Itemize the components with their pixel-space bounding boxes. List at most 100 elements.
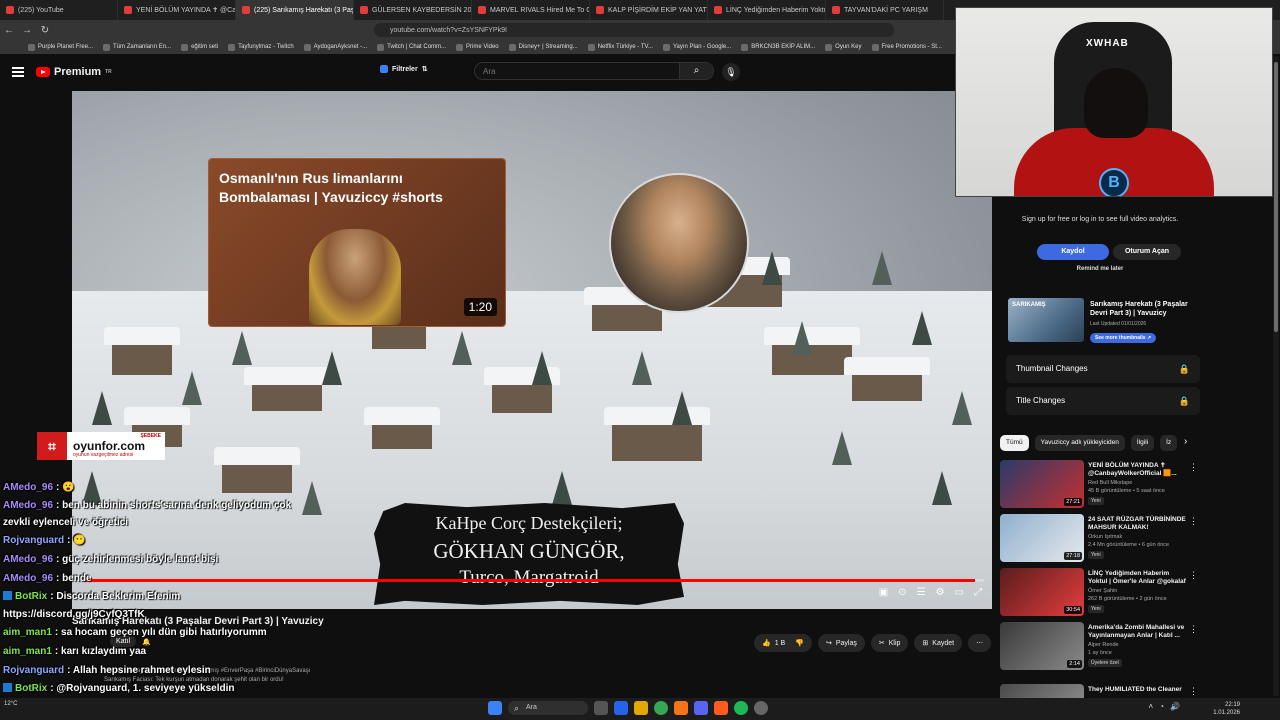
browser-tab[interactable]: GÜLERSEN KAYBEDERSİN 2026 YILB [354,0,472,20]
browser-tab[interactable]: KALP PİŞİRDİM EKİP YAN YATTI - Me [590,0,708,20]
share-button[interactable]: ↪ Paylaş [817,634,865,652]
task-view-icon[interactable] [594,701,608,715]
subtitles-icon[interactable]: ☰ [917,587,926,598]
bookmark-item[interactable]: AydoganAyksnet -... [300,43,371,51]
more-options-icon[interactable]: ⋮ [1189,624,1198,635]
bookmark-item[interactable]: Prime Video [452,43,503,51]
back-icon[interactable]: ← [0,25,18,36]
recommended-video[interactable]: 27:21 YENİ BÖLÜM YAYINDA ✝ @CanbayWolkerO… [1000,460,1200,510]
edge-icon[interactable] [614,701,628,715]
more-options-icon[interactable]: ⋮ [1189,516,1198,527]
taskbar-search[interactable]: Ara [508,701,588,715]
share-label: Paylaş [835,639,857,647]
bookmark-item[interactable]: Yayın Plan - Google... [659,43,735,51]
weather-temp: 12°C [4,701,18,707]
volume-icon[interactable]: 🔊 [1170,702,1180,711]
streamer-webcam: XWHAB B [955,7,1273,197]
thumbs-down-icon[interactable]: 👎 [795,639,804,647]
scrollbar-thumb[interactable] [1274,62,1278,332]
settings-icon[interactable]: ⚙ [936,587,945,598]
save-button[interactable]: ⊞ Kaydet [914,634,963,652]
browser-tab[interactable]: (225) Sarıkamış Harekatı (3 Paşal [236,0,354,20]
clock[interactable]: 22:19 1.01.2026 [1213,701,1240,717]
bookmark-favicon-icon [303,43,311,51]
signup-button[interactable]: Kaydol [1037,244,1109,260]
browser-tab[interactable]: TAYVAN'DAKİ PC YARIŞM [826,0,944,20]
filter-chip[interactable]: Tümü [1000,435,1029,451]
discord-icon[interactable] [694,701,708,715]
browser-tab[interactable]: YENİ BÖLÜM YAYINDA ✝ @Canbay [118,0,236,20]
more-options-icon[interactable]: ⋮ [1189,462,1198,473]
see-thumbnails-button[interactable]: See more thumbnails ↗ [1090,333,1157,343]
pine-tree [532,351,552,385]
bookmark-label: Disney+ | Streaming... [518,44,578,50]
video-player[interactable]: Osmanlı'nın Rus limanlarını Bombalaması … [72,91,992,609]
bookmark-item[interactable]: Tayfunylmaz - Twitch [224,43,298,51]
recommended-video[interactable]: 30:54 LİNÇ Yediğimden Haberim Yoktul | Öm… [1000,568,1200,618]
fullscreen-icon[interactable]: ⤢ [974,587,982,598]
more-options-icon[interactable]: ⋮ [1189,686,1198,697]
settings-app-icon[interactable] [754,701,768,715]
login-button[interactable]: Oturum Açan [1113,244,1181,260]
bookmark-item[interactable]: Oyun Key [821,43,865,51]
bell-icon[interactable]: 🔔 [142,638,151,646]
chat-message: AMedo_96: 😮 [3,482,75,493]
weather-widget[interactable]: 12°C [4,700,17,708]
bookmark-item[interactable]: eğitim seti [177,43,222,51]
video-meta: 1 ay önce [1088,650,1112,656]
bookmark-item[interactable]: BRKCN3B EKİP ALIM... [737,43,819,51]
bookmark-item[interactable]: Disney+ | Streaming... [505,43,582,51]
mic-icon[interactable]: 🎙 [722,63,740,81]
thumbnail-history-card[interactable]: SARIKAMIŞ Sarıkamış Harekatı (3 Paşalar … [1006,296,1200,348]
chevron-up-icon[interactable]: ˄ [1149,702,1154,711]
youtube-logo[interactable]: Premium TR [36,66,112,78]
spotify-icon[interactable] [734,701,748,715]
search-icon[interactable]: ⌕ [679,63,713,79]
shorts-card[interactable]: Osmanlı'nın Rus limanlarını Bombalaması … [209,159,505,326]
page-scrollbar[interactable] [1273,56,1279,696]
browser-tab[interactable]: (225) YouTube [0,0,118,20]
filter-chip[interactable]: İlgili [1130,435,1155,451]
chrome-icon[interactable] [654,701,668,715]
menu-icon[interactable] [12,67,24,77]
search-input[interactable] [475,66,675,76]
miniplayer-icon[interactable]: ▭ [955,587,964,598]
filter-chip[interactable]: İz [1160,435,1178,451]
autoplay-toggle-icon[interactable]: ⊙ [898,587,906,598]
chat-message: AMedo_96: bende [3,573,92,584]
bookmark-item[interactable]: Twitch | Chat Comm... [373,43,450,51]
bookmark-item[interactable]: Free Promotions - St... [868,43,946,51]
chat-text: Discorda Beklerim Efenim [56,591,181,602]
more-options-icon[interactable]: ⋮ [1189,570,1198,581]
chevron-right-icon[interactable]: › [1184,436,1187,447]
obs-icon[interactable] [714,701,728,715]
url-field[interactable]: youtube.com/watch?v=ZsYSNFYPk9I [374,23,894,37]
progress-bar[interactable] [84,579,984,582]
title-changes-row[interactable]: Title Changes 🔒 [1006,387,1200,415]
windows-start-icon[interactable] [488,701,502,715]
bookmark-item[interactable]: Purple Planet Free... [24,43,97,51]
bookmark-item[interactable]: Tüm Zamanların En... [99,43,175,51]
browser-tab[interactable]: MARVEL RIVALS Hired Me To Creat [472,0,590,20]
chat-text: güç zehirlenmesi böyle lanet bişi [62,554,219,565]
recommended-video[interactable]: 2:14 Amerika'da Zombi Mahallesi ve Yayınl… [1000,622,1200,672]
thumbnail-changes-row[interactable]: Thumbnail Changes 🔒 [1006,355,1200,383]
file-explorer-icon[interactable] [634,701,648,715]
chat-message: AMedo_96: güç zehirlenmesi böyle lanet b… [3,554,218,565]
wifi-icon[interactable]: ◔ [1159,702,1164,711]
reload-icon[interactable]: ↻ [36,25,54,36]
tab-favicon-icon [6,6,14,14]
filter-chip[interactable]: Yavuziccy adlı yükleyiciden [1034,435,1125,451]
brave-icon[interactable] [674,701,688,715]
bookmark-item[interactable]: Netflix Türkiye - TV... [584,43,657,51]
forward-icon[interactable]: → [18,25,36,36]
browser-tab[interactable]: LİNÇ Yediğimden Haberim Yoktul | Ö [708,0,826,20]
like-button[interactable]: 👍 1 B 👎 [754,634,812,652]
clip-button[interactable]: ✂ Klip [870,634,909,652]
remind-later-link[interactable]: Remind me later [1010,266,1190,272]
captions-icon[interactable]: ▣ [879,587,888,598]
more-actions-button[interactable]: ⋯ [968,634,992,652]
recommended-video[interactable]: 27:18 24 SAAT RÜZGAR TÜRBİNİNDE MAHSUR KA… [1000,514,1200,564]
filters-button[interactable]: Filtreler ⇅ [380,65,428,73]
chat-username: aim_man1 [3,646,52,657]
